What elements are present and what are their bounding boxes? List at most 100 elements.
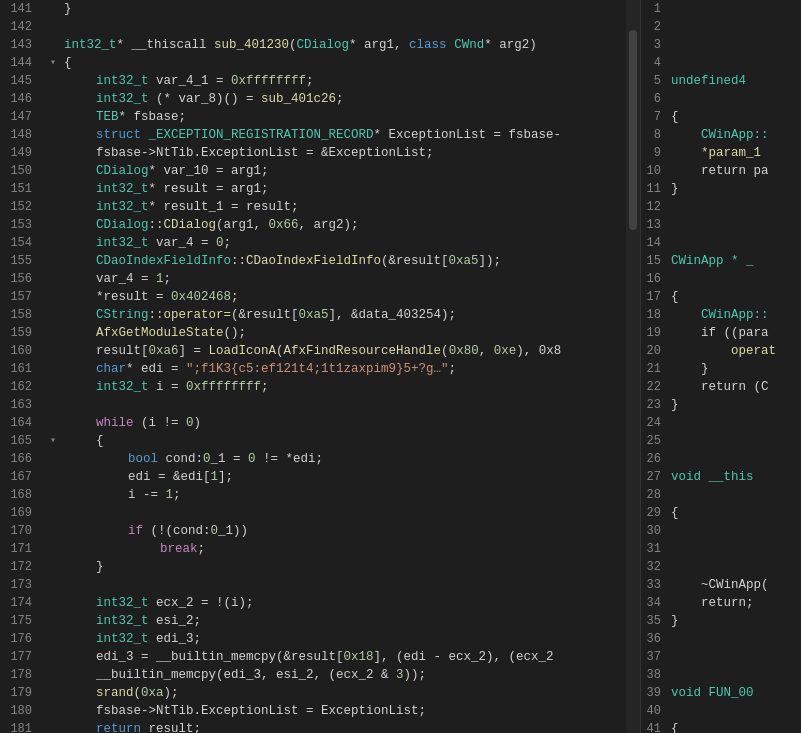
token: ] = xyxy=(179,344,209,358)
fold-icon[interactable]: ▾ xyxy=(50,54,64,72)
token: CWinApp:: xyxy=(671,128,769,142)
token: edi = &edi[ xyxy=(128,470,211,484)
right-line-number: 20 xyxy=(641,342,661,360)
token: ; xyxy=(198,542,206,556)
code-line: int32_t edi_3; xyxy=(50,630,640,648)
code-line: AfxGetModuleState(); xyxy=(50,324,640,342)
right-code-line xyxy=(671,540,801,558)
line-number: 142 xyxy=(0,18,32,36)
right-line-number: 31 xyxy=(641,540,661,558)
token: 0xffffffff xyxy=(186,380,261,394)
line-number: 160 xyxy=(0,342,32,360)
right-code-line xyxy=(671,270,801,288)
token: __builtin_memcpy(edi_3, esi_2, (ecx_2 & xyxy=(96,668,396,682)
right-code-line xyxy=(671,630,801,648)
right-code-line: *param_1 xyxy=(671,144,801,162)
token: CDialog xyxy=(164,218,217,232)
right-line-number: 6 xyxy=(641,90,661,108)
token: _EXCEPTION_REGISTRATION_RECORD xyxy=(149,128,374,142)
right-line-number: 5 xyxy=(641,72,661,90)
scrollbar-thumb[interactable] xyxy=(629,30,637,230)
scrollbar[interactable] xyxy=(626,0,640,733)
right-line-number: 22 xyxy=(641,378,661,396)
token: srand( xyxy=(96,686,141,700)
token: 0xe xyxy=(494,344,517,358)
code-text: CDaoIndexFieldInfo::CDaoIndexFieldInfo(&… xyxy=(64,252,640,270)
code-text: result[0xa6] = LoadIconA(AfxFindResource… xyxy=(64,342,640,360)
token: :: xyxy=(149,308,164,322)
line-number: 171 xyxy=(0,540,32,558)
token: 0xa6 xyxy=(149,344,179,358)
code-text: char* edi = ";f1K3{c5:ef121t4;1t1zaxpim9… xyxy=(64,360,640,378)
right-line-number: 30 xyxy=(641,522,661,540)
code-text: int32_t* result = arg1; xyxy=(64,180,640,198)
token: )); xyxy=(404,668,427,682)
right-line-number: 35 xyxy=(641,612,661,630)
token: } xyxy=(671,362,709,376)
code-text: CString::operator=(&result[0xa5], &data_… xyxy=(64,306,640,324)
line-number: 178 xyxy=(0,666,32,684)
code-line: CDialog* var_10 = arg1; xyxy=(50,162,640,180)
line-number: 170 xyxy=(0,522,32,540)
token: _1)) xyxy=(218,524,248,538)
token: ecx_2 = !(i); xyxy=(149,596,254,610)
token: (&result[ xyxy=(231,308,299,322)
code-line: char* edi = ";f1K3{c5:ef121t4;1t1zaxpim9… xyxy=(50,360,640,378)
right-line-number: 34 xyxy=(641,594,661,612)
token: (!(cond: xyxy=(143,524,211,538)
line-number: 154 xyxy=(0,234,32,252)
line-numbers: 1411421431441451461471481491501511521531… xyxy=(0,0,42,733)
token: fsbase->NtTib.ExceptionList = ExceptionL… xyxy=(96,704,426,718)
code-text: int32_t edi_3; xyxy=(64,630,640,648)
code-text: int32_t var_4_1 = 0xffffffff; xyxy=(64,72,640,90)
code-line: int32_t* __thiscall sub_401230(CDialog* … xyxy=(50,36,640,54)
token: int32_t xyxy=(96,596,149,610)
right-code-line: { xyxy=(671,288,801,306)
right-line-number: 13 xyxy=(641,216,661,234)
token: if xyxy=(128,524,143,538)
token: 1 xyxy=(166,488,174,502)
code-line: int32_t var_4_1 = 0xffffffff; xyxy=(50,72,640,90)
right-code-line: void FUN_00 xyxy=(671,684,801,702)
line-number: 155 xyxy=(0,252,32,270)
right-line-number: 1 xyxy=(641,0,661,18)
code-content[interactable]: } int32_t* __thiscall sub_401230(CDialog*… xyxy=(42,0,640,733)
code-text: TEB* fsbase; xyxy=(64,108,640,126)
right-code-line: return; xyxy=(671,594,801,612)
line-number: 172 xyxy=(0,558,32,576)
token: void FUN_00 xyxy=(671,686,754,700)
code-line: int32_t (* var_8)() = sub_401c26; xyxy=(50,90,640,108)
line-number: 164 xyxy=(0,414,32,432)
token: } xyxy=(64,2,72,16)
code-text: srand(0xa); xyxy=(64,684,640,702)
token: (* var_8)() = xyxy=(149,92,262,106)
token: cond: xyxy=(158,452,203,466)
code-line: i -= 1; xyxy=(50,486,640,504)
line-number: 158 xyxy=(0,306,32,324)
token: TEB xyxy=(96,110,119,124)
right-code-line xyxy=(671,0,801,18)
right-code-content[interactable]: undefined4{ CWinApp:: *param_1 return pa… xyxy=(667,0,801,733)
token: * result = arg1; xyxy=(149,182,269,196)
fold-icon[interactable]: ▾ xyxy=(50,432,64,450)
token: var_4_1 = xyxy=(149,74,232,88)
token: 0xa5 xyxy=(449,254,479,268)
token: var_4 = xyxy=(96,272,156,286)
right-line-number: 36 xyxy=(641,630,661,648)
line-number: 148 xyxy=(0,126,32,144)
right-line-numbers: 1234567891011121314151617181920212223242… xyxy=(641,0,667,733)
token: LoadIconA xyxy=(209,344,277,358)
token: esi_2; xyxy=(149,614,202,628)
code-line: edi = &edi[1]; xyxy=(50,468,640,486)
token: int32_t xyxy=(96,380,149,394)
code-text: int32_t* result_1 = result; xyxy=(64,198,640,216)
token: edi_3; xyxy=(149,632,202,646)
token: return xyxy=(96,722,141,733)
token: :: xyxy=(149,218,164,232)
token: result; xyxy=(141,722,201,733)
token: * ExceptionList = fsbase- xyxy=(374,128,562,142)
right-line-number: 37 xyxy=(641,648,661,666)
token: 3 xyxy=(396,668,404,682)
token: 0xa5 xyxy=(299,308,329,322)
code-text: int32_t (* var_8)() = sub_401c26; xyxy=(64,90,640,108)
